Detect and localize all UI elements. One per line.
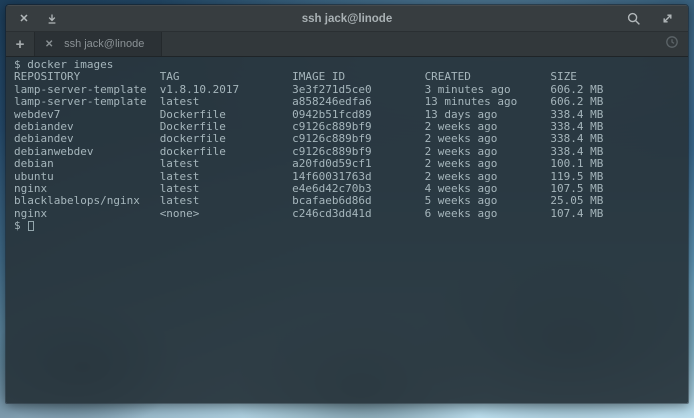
col-image-id: IMAGE ID bbox=[292, 71, 424, 83]
tab-close-button[interactable]: ✕ bbox=[45, 39, 53, 50]
cell-tag: latest bbox=[160, 195, 292, 207]
col-size: SIZE bbox=[550, 71, 688, 83]
window-controls-right bbox=[625, 10, 688, 28]
terminal-screen[interactable]: $ docker images REPOSITORY TAG IMAGE ID … bbox=[6, 57, 688, 403]
col-tag: TAG bbox=[160, 71, 292, 83]
col-created: CREATED bbox=[425, 71, 551, 83]
tabbar-empty-space bbox=[162, 32, 665, 56]
tab-label: ssh jack@linode bbox=[63, 38, 151, 50]
cell-size: 100.1 MB bbox=[550, 158, 688, 170]
cell-image-id: c9126c889bf9 bbox=[292, 133, 424, 145]
cell-image-id: a858246edfa6 bbox=[292, 96, 424, 108]
cell-created: 5 weeks ago bbox=[425, 195, 551, 207]
cell-tag: dockerfile bbox=[160, 133, 292, 145]
command-line: $ docker images bbox=[14, 59, 688, 71]
col-repository: REPOSITORY bbox=[14, 71, 160, 83]
cell-tag: latest bbox=[160, 158, 292, 170]
cell-repository: lamp-server-template bbox=[14, 96, 160, 108]
history-button[interactable] bbox=[665, 32, 688, 56]
tab-bar: + ✕ ssh jack@linode bbox=[6, 32, 688, 57]
cell-size: 107.4 MB bbox=[550, 208, 688, 220]
table-row: lamp-server-template latest a858246edfa6… bbox=[14, 96, 688, 108]
shell-prompt: $ bbox=[14, 220, 21, 232]
window-title: ssh jack@linode bbox=[6, 13, 688, 25]
tab-ssh-session[interactable]: ✕ ssh jack@linode bbox=[34, 32, 162, 56]
table-row: nginx <none> c246cd3dd41d 6 weeks ago 10… bbox=[14, 208, 688, 220]
cell-repository: debiandev bbox=[14, 133, 160, 145]
window-close-button[interactable]: ✕ bbox=[15, 10, 33, 28]
arrow-down-to-line-icon bbox=[46, 13, 58, 25]
cell-image-id: c246cd3dd41d bbox=[292, 208, 424, 220]
keep-below-button[interactable] bbox=[43, 10, 61, 28]
search-icon bbox=[627, 12, 641, 26]
history-clock-icon bbox=[665, 35, 679, 54]
table-row: blacklabelops/nginx latest bcafaeb6d86d … bbox=[14, 195, 688, 207]
expand-button[interactable] bbox=[658, 10, 676, 28]
cell-image-id: a20fd0d59cf1 bbox=[292, 158, 424, 170]
table-row: debian latest a20fd0d59cf1 2 weeks ago 1… bbox=[14, 158, 688, 170]
terminal-window: ✕ ssh jack@linode bbox=[5, 4, 689, 404]
cell-created: 13 minutes ago bbox=[425, 96, 551, 108]
cell-repository: blacklabelops/nginx bbox=[14, 195, 160, 207]
prompt-line: $ bbox=[14, 220, 688, 232]
window-controls-left: ✕ bbox=[6, 10, 61, 28]
terminal-cursor bbox=[28, 221, 34, 231]
cell-created: 2 weeks ago bbox=[425, 158, 551, 170]
cell-tag: latest bbox=[160, 96, 292, 108]
cell-repository: debian bbox=[14, 158, 160, 170]
cell-size: 25.05 MB bbox=[550, 195, 688, 207]
new-tab-button[interactable]: + bbox=[6, 32, 34, 56]
cell-size: 606.2 MB bbox=[550, 96, 688, 108]
cell-created: 6 weeks ago bbox=[425, 208, 551, 220]
window-titlebar: ✕ ssh jack@linode bbox=[6, 5, 688, 32]
expand-diagonal-icon bbox=[661, 12, 674, 25]
cell-image-id: bcafaeb6d86d bbox=[292, 195, 424, 207]
cell-repository: nginx bbox=[14, 208, 160, 220]
cell-created: 2 weeks ago bbox=[425, 133, 551, 145]
table-header: REPOSITORY TAG IMAGE ID CREATED SIZE bbox=[14, 71, 688, 83]
cell-size: 338.4 MB bbox=[550, 133, 688, 145]
table-row: debiandev dockerfile c9126c889bf9 2 week… bbox=[14, 133, 688, 145]
search-button[interactable] bbox=[625, 10, 643, 28]
cell-tag: <none> bbox=[160, 208, 292, 220]
